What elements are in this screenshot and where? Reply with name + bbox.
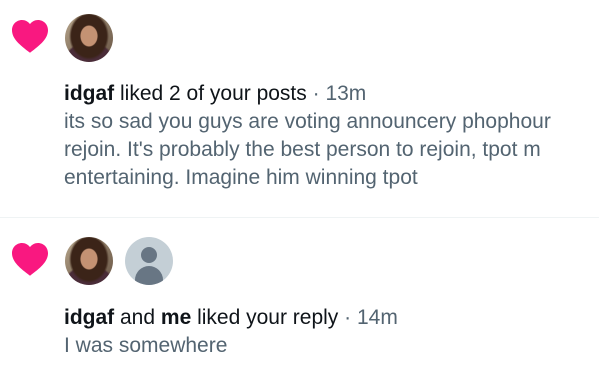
user-photo-avatar[interactable] xyxy=(65,14,113,62)
post-preview-line: entertaining. Imagine him winning tpot xyxy=(64,166,418,189)
notification-text: idgaf and me liked your reply · 14m I wa… xyxy=(64,304,599,360)
separator-dot: · xyxy=(338,306,357,329)
notification-text: idgaf liked 2 of your posts · 13m its so… xyxy=(64,80,599,192)
user-photo-avatar[interactable] xyxy=(65,237,113,285)
actor-name[interactable]: idgaf xyxy=(64,306,114,329)
notification-headline: idgaf and me liked your reply · 14m xyxy=(64,304,599,332)
actor-name[interactable]: idgaf xyxy=(64,82,114,105)
default-profile-avatar[interactable] xyxy=(125,237,173,285)
conjunction-text: and xyxy=(114,306,161,329)
post-preview-line: rejoin. It's probably the best person to… xyxy=(64,138,541,161)
avatar-head-shape xyxy=(141,247,157,263)
timestamp: 14m xyxy=(356,306,398,329)
avatar-body-shape xyxy=(135,266,163,285)
reply-preview-line: I was somewhere xyxy=(64,334,228,357)
notification-headline: idgaf liked 2 of your posts · 13m xyxy=(64,80,599,108)
actor-name-2[interactable]: me xyxy=(161,306,191,329)
notification-like-posts[interactable]: idgaf liked 2 of your posts · 13m its so… xyxy=(0,0,599,217)
timestamp: 13m xyxy=(325,82,367,105)
heart-icon xyxy=(12,19,48,53)
notification-like-reply[interactable]: idgaf and me liked your reply · 14m I wa… xyxy=(0,218,599,370)
action-text: liked your reply xyxy=(191,306,339,329)
action-text: liked 2 of your posts xyxy=(114,82,307,105)
heart-icon xyxy=(12,242,48,276)
post-preview-line: its so sad you guys are voting announcer… xyxy=(64,110,551,133)
separator-dot: · xyxy=(306,82,326,105)
